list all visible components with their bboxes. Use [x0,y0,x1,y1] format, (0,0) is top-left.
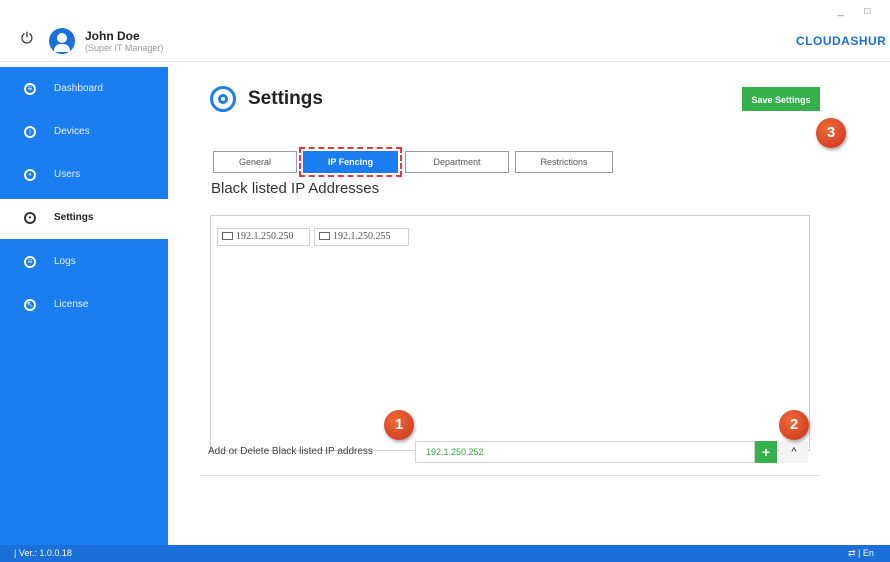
settings-icon: • [24,212,36,224]
user-role: (Super IT Manager) [85,43,164,53]
save-settings-button[interactable]: Save Settings [742,87,820,111]
power-icon[interactable]: ⏻ [21,30,33,47]
computer-icon [222,231,233,240]
gear-icon [210,86,236,112]
page-title: Settings [248,88,323,109]
sidebar: ≡ Dashboard ı Devices • Users • Settings… [0,67,168,545]
add-ip-button[interactable]: + [755,441,777,463]
tab-restrictions[interactable]: Restrictions [515,151,613,173]
sidebar-item-dashboard[interactable]: ≡ Dashboard [0,70,168,110]
sidebar-item-label: Logs [54,256,76,267]
ip-address-input[interactable] [415,441,755,463]
sidebar-item-devices[interactable]: ı Devices [0,113,168,153]
sidebar-item-label: Settings [54,212,94,223]
language-indicator[interactable]: ⇄ | En [848,548,874,559]
callout-badge-3: 3 [816,118,846,148]
dashboard-icon: ≡ [24,83,36,95]
ip-entry-chip[interactable]: 192.1.250.255 [314,228,409,246]
sidebar-item-label: Users [54,169,81,180]
ip-entry-text: 192.1.250.250 [236,231,294,242]
users-icon: • [24,169,36,181]
window-controls[interactable]: _ □ X [838,6,890,17]
logs-icon: ≡ [24,256,36,268]
devices-icon: ı [24,126,36,138]
sidebar-item-settings[interactable]: • Settings [0,199,168,239]
sidebar-item-license[interactable]: ↖ License [0,286,168,326]
license-icon: ↖ [24,299,36,311]
callout-badge-1: 1 [384,410,414,440]
brand-logo: CLOUDASHUR [796,34,887,48]
avatar[interactable] [49,28,75,54]
callout-badge-2: 2 [779,410,809,440]
add-ip-label: Add or Delete Black listed IP address [208,446,373,457]
sidebar-item-label: Dashboard [54,83,103,94]
computer-icon [319,231,330,240]
tab-department[interactable]: Department [405,151,509,173]
blacklist-title: Black listed IP Addresses [211,180,380,197]
tab-general[interactable]: General [213,151,297,173]
sidebar-item-label: License [54,299,89,310]
sidebar-item-users[interactable]: • Users [0,156,168,196]
blacklist-box[interactable] [210,215,810,451]
sidebar-item-logs[interactable]: ≡ Logs [0,243,168,283]
tab-ip-fencing[interactable]: IP Fencing [299,147,402,177]
ip-entry-text: 192.1.250.255 [333,231,391,242]
version-label: | Ver.: 1.0.0.18 [14,548,72,558]
ip-entry-chip[interactable]: 192.1.250.250 [217,228,310,246]
divider [200,475,820,476]
user-name: John Doe [85,29,140,43]
status-bar: | Ver.: 1.0.0.18 ⇄ | En [0,545,890,562]
chevron-up-icon[interactable]: ^ [780,441,808,463]
sidebar-item-label: Devices [54,126,90,137]
